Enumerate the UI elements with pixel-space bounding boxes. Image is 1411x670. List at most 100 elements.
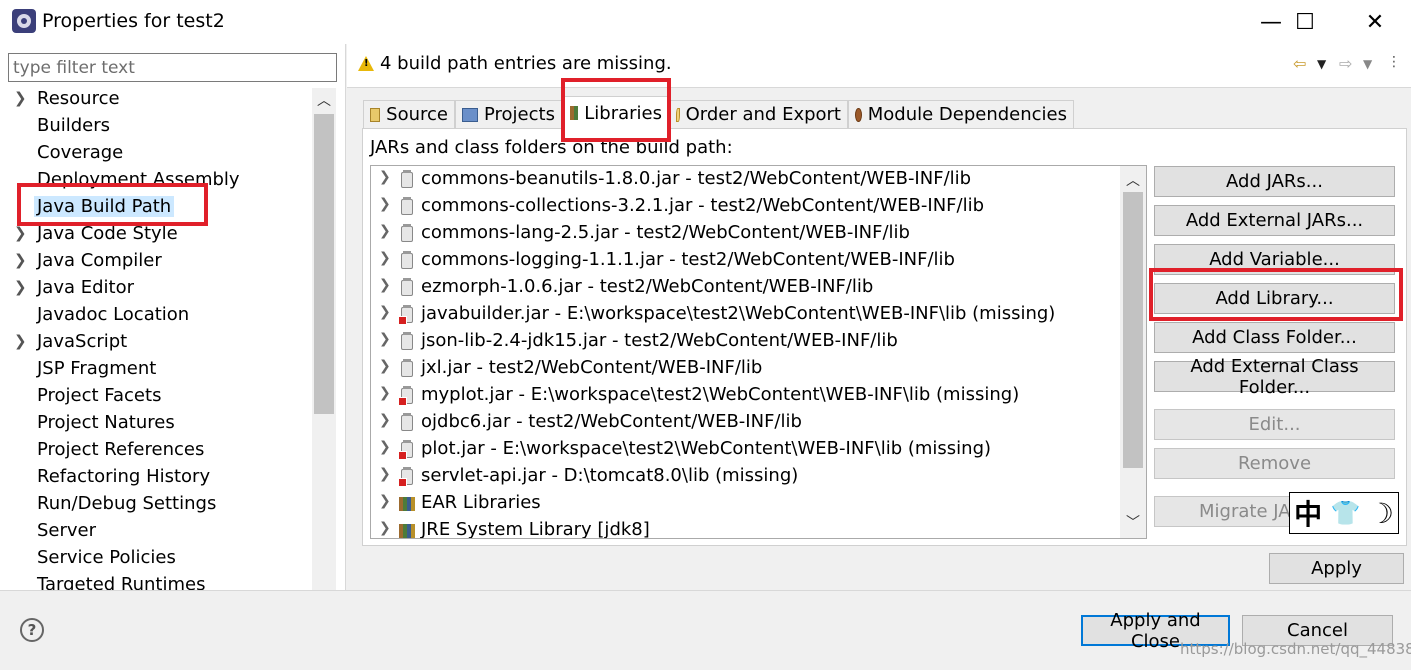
- chevron-right-icon[interactable]: ❯: [14, 251, 28, 269]
- tree-item[interactable]: Project References: [0, 438, 312, 465]
- tab-projects[interactable]: Projects: [455, 100, 563, 128]
- back-dropdown-icon[interactable]: ▼: [1317, 57, 1326, 71]
- library-row[interactable]: ❯ ezmorph-1.0.6.jar - test2/WebContent/WE…: [371, 275, 1121, 302]
- library-label: myplot.jar - E:\workspace\test2\WebConte…: [421, 384, 1020, 405]
- ime-chinese-icon[interactable]: 中: [1294, 493, 1322, 533]
- close-button[interactable]: ✕: [1347, 0, 1403, 44]
- tab-source-label: Source: [386, 104, 448, 125]
- ime-skin-icon[interactable]: 👕: [1331, 499, 1361, 527]
- view-menu-icon[interactable]: ⋮: [1387, 54, 1401, 70]
- scroll-up-icon[interactable]: ︿: [312, 90, 336, 112]
- tree-item[interactable]: Coverage: [0, 141, 312, 168]
- tree-item[interactable]: ❯ Java Compiler: [0, 249, 312, 276]
- chevron-right-icon[interactable]: ❯: [379, 439, 391, 455]
- tree-item[interactable]: Project Natures: [0, 411, 312, 438]
- library-row[interactable]: ❯ EAR Libraries: [371, 491, 1121, 518]
- tree-item-label: Resource: [37, 88, 120, 109]
- forward-dropdown-icon[interactable]: ▼: [1363, 57, 1372, 71]
- chevron-right-icon[interactable]: ❯: [14, 332, 28, 350]
- chevron-right-icon[interactable]: ❯: [379, 304, 391, 320]
- back-arrow-icon[interactable]: ⇦: [1293, 54, 1306, 73]
- chevron-right-icon[interactable]: ❯: [379, 412, 391, 428]
- message-text: 4 build path entries are missing.: [380, 53, 672, 74]
- tree-item[interactable]: JSP Fragment: [0, 357, 312, 384]
- chevron-right-icon[interactable]: ❯: [379, 169, 391, 185]
- library-row[interactable]: ❯ servlet-api.jar - D:\tomcat8.0\lib (mis…: [371, 464, 1121, 491]
- missing-jar-icon: [398, 386, 413, 406]
- apply-button[interactable]: Apply: [1269, 553, 1404, 584]
- ime-moon-icon[interactable]: ☽: [1369, 497, 1394, 530]
- tree-item-label: Refactoring History: [37, 466, 211, 487]
- tree-item[interactable]: Server: [0, 519, 312, 546]
- chevron-right-icon[interactable]: ❯: [379, 196, 391, 212]
- add-library-button[interactable]: Add Library...: [1154, 283, 1395, 314]
- tree-item[interactable]: Refactoring History: [0, 465, 312, 492]
- tree-item[interactable]: Run/Debug Settings: [0, 492, 312, 519]
- library-row[interactable]: ❯ plot.jar - E:\workspace\test2\WebConten…: [371, 437, 1121, 464]
- chevron-right-icon[interactable]: ❯: [379, 520, 391, 536]
- library-row[interactable]: ❯ json-lib-2.4-jdk15.jar - test2/WebConte…: [371, 329, 1121, 356]
- library-row[interactable]: ❯ commons-logging-1.1.1.jar - test2/WebCo…: [371, 248, 1121, 275]
- library-row[interactable]: ❯ myplot.jar - E:\workspace\test2\WebCont…: [371, 383, 1121, 410]
- scroll-down-icon[interactable]: ﹀: [1120, 512, 1146, 534]
- chevron-right-icon[interactable]: ❯: [379, 223, 391, 239]
- add-variable-button[interactable]: Add Variable...: [1154, 244, 1395, 275]
- tree-item[interactable]: Deployment Assembly: [0, 168, 312, 195]
- library-row[interactable]: ❯ javabuilder.jar - E:\workspace\test2\We…: [371, 302, 1121, 329]
- libraries-scrollbar-thumb[interactable]: [1123, 192, 1143, 468]
- tree-item-label: Java Code Style: [37, 223, 178, 244]
- tree-item-label: Project Natures: [37, 412, 175, 433]
- edit-button[interactable]: Edit...: [1154, 409, 1395, 440]
- tab-projects-label: Projects: [484, 104, 555, 125]
- chevron-right-icon[interactable]: ❯: [379, 358, 391, 374]
- add-external-jars-button[interactable]: Add External JARs...: [1154, 205, 1395, 236]
- chevron-right-icon[interactable]: ❯: [379, 493, 391, 509]
- tab-module-dependencies[interactable]: Module Dependencies: [848, 100, 1074, 128]
- tree-item[interactable]: ❯ Resource: [0, 87, 312, 114]
- tree-item[interactable]: ❯ Java Code Style: [0, 222, 312, 249]
- tree-item[interactable]: ❯ JavaScript: [0, 330, 312, 357]
- tab-libraries[interactable]: Libraries: [563, 96, 669, 129]
- library-row[interactable]: ❯ commons-collections-3.2.1.jar - test2/W…: [371, 194, 1121, 221]
- maximize-button[interactable]: ☐: [1277, 0, 1333, 44]
- tree-scrollbar-thumb[interactable]: [314, 114, 334, 414]
- tab-order-and-export[interactable]: Order and Export: [669, 100, 848, 128]
- library-container-icon: [399, 524, 415, 538]
- tab-module-dependencies-label: Module Dependencies: [867, 104, 1067, 125]
- library-row[interactable]: ❯ jxl.jar - test2/WebContent/WEB-INF/lib: [371, 356, 1121, 383]
- chevron-right-icon[interactable]: ❯: [14, 224, 28, 242]
- chevron-right-icon[interactable]: ❯: [379, 331, 391, 347]
- chevron-right-icon[interactable]: ❯: [14, 89, 28, 107]
- chevron-right-icon[interactable]: ❯: [379, 277, 391, 293]
- tab-source[interactable]: Source: [363, 100, 455, 128]
- chevron-right-icon[interactable]: ❯: [14, 278, 28, 296]
- library-row[interactable]: ❯ commons-beanutils-1.8.0.jar - test2/Web…: [371, 167, 1121, 194]
- tree-item[interactable]: Targeted Runtimes: [0, 573, 312, 590]
- tree-item[interactable]: Project Facets: [0, 384, 312, 411]
- order-export-icon: [676, 107, 680, 122]
- remove-button[interactable]: Remove: [1154, 448, 1395, 479]
- tree-item[interactable]: Builders: [0, 114, 312, 141]
- tree-item-label: Builders: [37, 115, 111, 136]
- tree-item[interactable]: Service Policies: [0, 546, 312, 573]
- chevron-right-icon[interactable]: ❯: [379, 466, 391, 482]
- libraries-list[interactable]: ❯ commons-beanutils-1.8.0.jar - test2/Web…: [370, 165, 1147, 539]
- add-external-class-folder-button[interactable]: Add External Class Folder...: [1154, 356, 1395, 398]
- scroll-up-icon[interactable]: ︿: [1120, 170, 1146, 192]
- libraries-scrollbar[interactable]: ︿ ﹀: [1120, 166, 1146, 538]
- chevron-right-icon[interactable]: ❯: [379, 250, 391, 266]
- library-row[interactable]: ❯ ojdbc6.jar - test2/WebContent/WEB-INF/l…: [371, 410, 1121, 437]
- library-row[interactable]: ❯ commons-lang-2.5.jar - test2/WebContent…: [371, 221, 1121, 248]
- tree-item[interactable]: Javadoc Location: [0, 303, 312, 330]
- help-icon[interactable]: ?: [20, 618, 44, 642]
- tree-item[interactable]: Java Build Path: [0, 195, 312, 222]
- tree-scrollbar[interactable]: ︿ ﹀: [312, 88, 336, 634]
- ime-toolbar[interactable]: 中 👕 ☽: [1289, 492, 1399, 534]
- chevron-right-icon[interactable]: ❯: [379, 385, 391, 401]
- library-label: commons-beanutils-1.8.0.jar - test2/WebC…: [421, 168, 972, 189]
- forward-arrow-icon[interactable]: ⇨: [1339, 54, 1352, 73]
- library-row[interactable]: ❯ JRE System Library [jdk8]: [371, 518, 1121, 538]
- add-jars-button[interactable]: Add JARs...: [1154, 166, 1395, 197]
- tree-item[interactable]: ❯ Java Editor: [0, 276, 312, 303]
- add-class-folder-button[interactable]: Add Class Folder...: [1154, 322, 1395, 353]
